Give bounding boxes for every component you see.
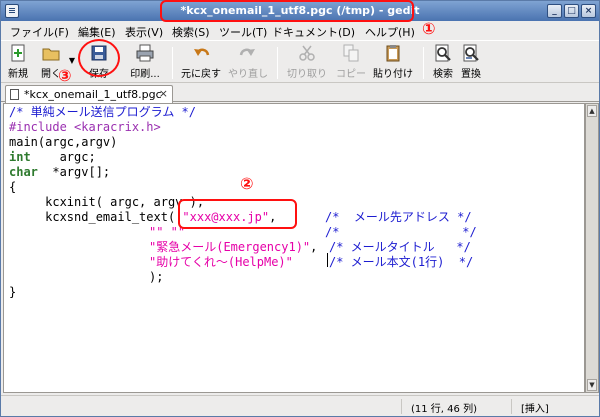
- menu-edit[interactable]: 編集(E): [78, 24, 116, 40]
- menu-file[interactable]: ファイル(F): [10, 24, 69, 40]
- menu-help[interactable]: ヘルプ(H): [365, 24, 415, 40]
- code-line-12: );: [149, 270, 164, 284]
- annotation-circle-save: [78, 39, 120, 77]
- printer-icon: [136, 44, 154, 62]
- undo-button[interactable]: 元に戻す: [179, 44, 223, 82]
- vertical-scrollbar[interactable]: ▲ ▼: [585, 103, 599, 393]
- document-tab-bar: *kcx_onemail_1_utf8.pgc ×: [1, 83, 599, 103]
- code-line-13: }: [9, 285, 17, 299]
- text-file-icon: [10, 89, 19, 100]
- cut-button[interactable]: 切り取り: [285, 44, 329, 82]
- clipboard-icon: [384, 44, 402, 62]
- print-button[interactable]: 印刷...: [125, 44, 165, 82]
- code-line-4: int argc;: [9, 150, 96, 164]
- new-document-icon: [9, 44, 27, 62]
- minimize-button[interactable]: _: [547, 4, 562, 18]
- scroll-down-icon[interactable]: ▼: [587, 379, 597, 391]
- code-line-3: main(argc,argv): [9, 135, 118, 149]
- code-line-1: /* 単純メール送信プログラム */: [9, 105, 196, 119]
- maximize-button[interactable]: □: [564, 4, 579, 18]
- redo-icon: [239, 44, 257, 62]
- text-editor-area[interactable]: /* 単純メール送信プログラム */ #include <karacrix.h>…: [3, 103, 585, 393]
- scroll-up-icon[interactable]: ▲: [587, 105, 597, 117]
- redo-button[interactable]: やり直し: [227, 44, 269, 82]
- menu-search[interactable]: 検索(S): [172, 24, 210, 40]
- menu-view[interactable]: 表示(V): [125, 24, 163, 40]
- insert-mode-indicator: [挿入]: [521, 404, 549, 415]
- find-button[interactable]: 検索: [431, 44, 455, 82]
- tab-close-icon[interactable]: ×: [159, 87, 168, 100]
- replace-button[interactable]: 置換: [459, 44, 483, 82]
- code-line-11-comment: /* メール本文(1行) */: [329, 255, 474, 269]
- annotation-number-2: ②: [240, 174, 254, 193]
- code-line-10-comment: /* メールタイトル */: [329, 240, 471, 254]
- annotation-number-3: ③: [58, 66, 72, 85]
- find-replace-icon: [462, 44, 480, 62]
- annotation-box-address: [178, 199, 297, 229]
- new-button[interactable]: 新規: [5, 44, 31, 82]
- menu-bar: ファイル(F) 編集(E) 表示(V) 検索(S) ツール(T) ドキュメント(…: [1, 21, 599, 40]
- code-line-11: "助けてくれ～(HelpMe)": [149, 255, 293, 269]
- copy-button[interactable]: コピー: [335, 44, 367, 82]
- menu-documents[interactable]: ドキュメント(D): [272, 24, 355, 40]
- folder-icon: [42, 44, 60, 62]
- code-line-7: kcxinit( argc, argv );: [9, 195, 205, 209]
- document-tab[interactable]: *kcx_onemail_1_utf8.pgc ×: [5, 85, 173, 103]
- code-line-10: "緊急メール(Emergency1)",: [149, 240, 318, 254]
- toolbar-separator: [277, 47, 278, 79]
- annotation-box-title: [160, 0, 414, 22]
- close-button[interactable]: ×: [581, 4, 596, 18]
- text-cursor: [327, 253, 328, 267]
- scissors-icon: [298, 44, 316, 62]
- code-line-9-comment: /* */: [325, 225, 477, 239]
- code-line-6: {: [9, 180, 17, 194]
- search-icon: [434, 44, 452, 62]
- status-divider: [401, 399, 402, 414]
- menu-tools[interactable]: ツール(T): [219, 24, 267, 40]
- copy-icon: [342, 44, 360, 62]
- annotation-number-1: ①: [422, 19, 436, 38]
- status-bar: (11 行, 46 列) [挿入]: [1, 395, 599, 416]
- cursor-position: (11 行, 46 列): [411, 404, 477, 415]
- code-line-5: char *argv[];: [9, 165, 111, 179]
- status-divider: [511, 399, 512, 414]
- toolbar-separator: [172, 47, 173, 79]
- code-line-8-comment: /* メール先アドレス */: [325, 210, 472, 224]
- paste-button[interactable]: 貼り付け: [371, 44, 415, 82]
- toolbar-separator: [423, 47, 424, 79]
- code-line-2: #include <karacrix.h>: [9, 120, 161, 134]
- chevron-down-icon: ▼: [68, 56, 76, 65]
- undo-icon: [192, 44, 210, 62]
